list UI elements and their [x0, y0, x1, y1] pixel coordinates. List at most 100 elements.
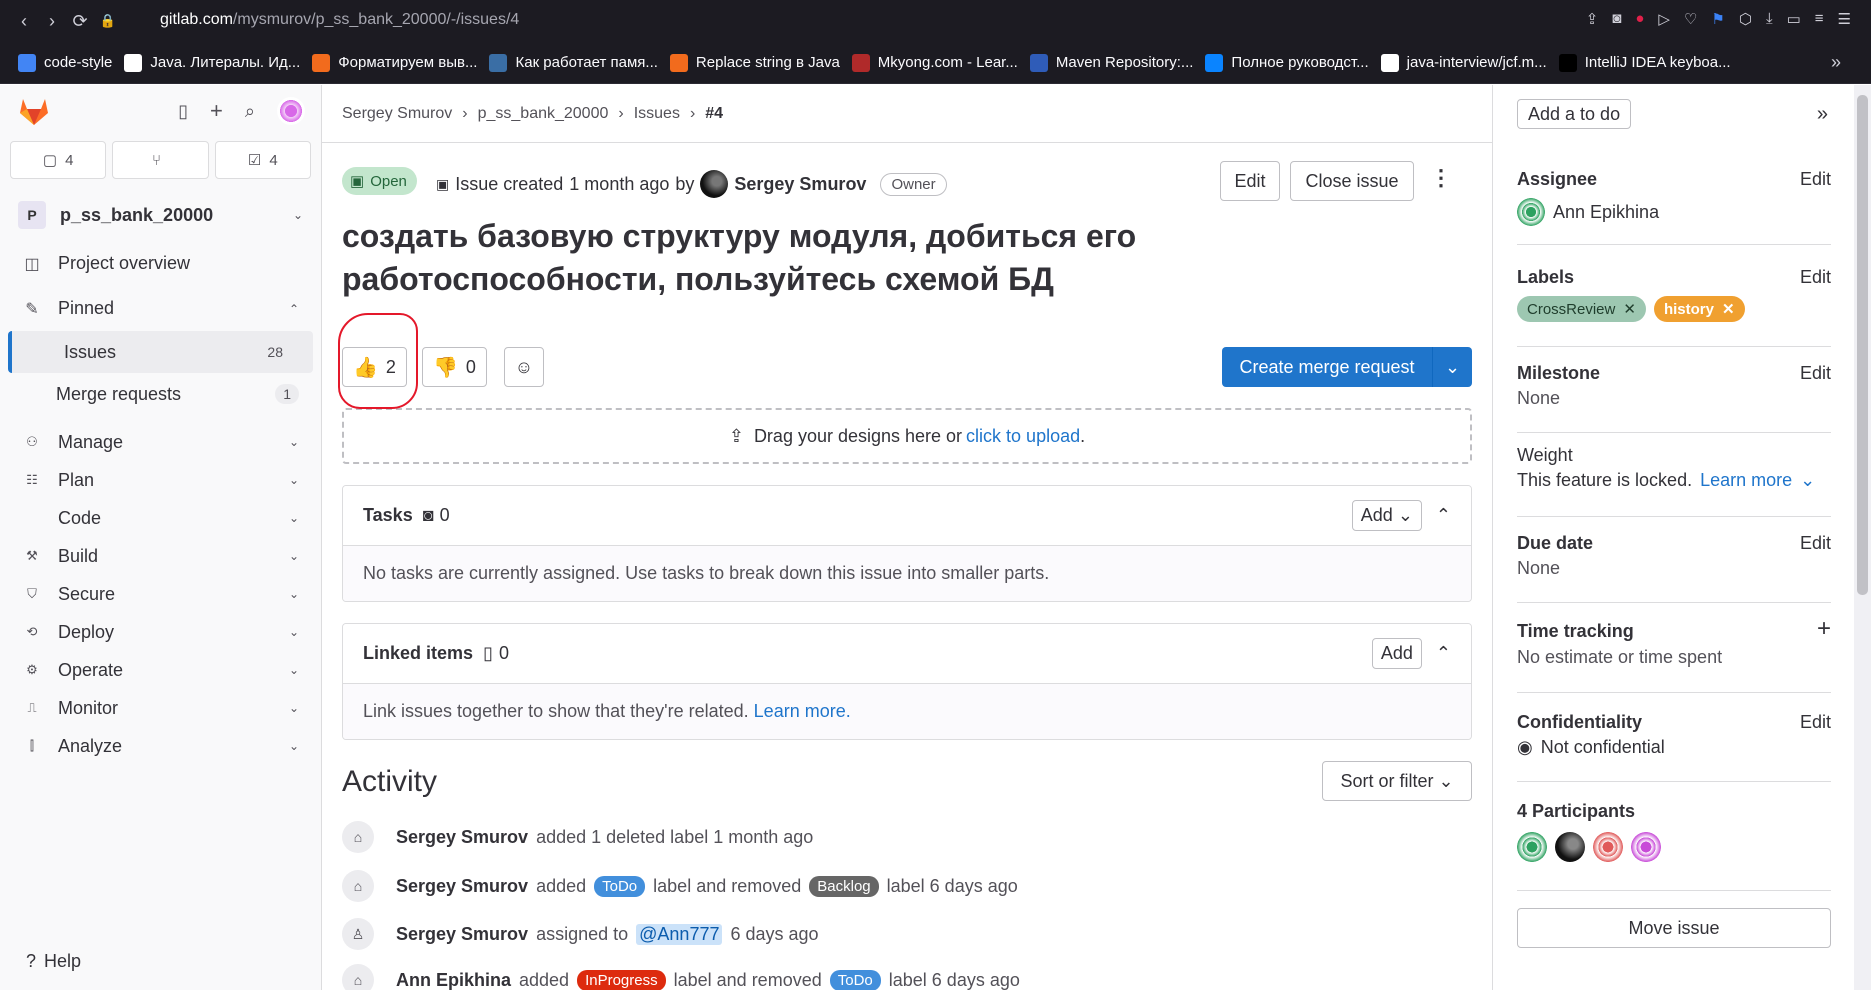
search-icon[interactable]: ⌕ [245, 101, 255, 122]
user-mention[interactable]: @Ann777 [636, 923, 723, 945]
flag-icon[interactable]: ⚑ [1711, 10, 1724, 28]
learn-more-link[interactable]: Learn more. [754, 701, 851, 722]
bookmark-item[interactable]: IntelliJ IDEA keyboa... [1558, 53, 1731, 72]
participant-avatar[interactable] [1593, 832, 1623, 862]
bookmark-item[interactable]: Java. Литералы. Ид... [124, 53, 300, 72]
sidebar-item-issues[interactable]: Issues 28 [8, 331, 313, 373]
merge-request-count-button[interactable]: ⑂ [112, 141, 209, 179]
thumbs-down-button[interactable]: 👎 0 [422, 347, 487, 387]
labels-edit-link[interactable]: Edit [1800, 267, 1831, 288]
activity-user[interactable]: Sergey Smurov [396, 827, 528, 848]
sidebar-toggle-icon[interactable]: ▯ [178, 101, 188, 122]
back-icon[interactable]: ‹ [10, 7, 38, 35]
close-icon[interactable]: ✕ [1722, 300, 1735, 318]
share-icon[interactable]: ⇪ [1586, 10, 1599, 28]
participant-avatar[interactable] [1517, 832, 1547, 862]
sort-filter-button[interactable]: Sort or filter ⌄ [1322, 761, 1472, 801]
assignee-name[interactable]: Ann Epikhina [1553, 202, 1659, 223]
bookmark-item[interactable]: Mkyong.com - Lear... [851, 53, 1018, 72]
chevron-up-icon[interactable]: ⌃ [1436, 505, 1451, 526]
move-issue-button[interactable]: Move issue [1517, 908, 1831, 948]
gitlab-logo-icon[interactable] [16, 93, 52, 129]
camera-icon[interactable]: ◙ [1612, 10, 1621, 28]
bookmark-item[interactable]: Как работает памя... [489, 53, 658, 72]
sidebar-item-project-overview[interactable]: ◫ Project overview [0, 241, 321, 286]
edit-issue-button[interactable]: Edit [1220, 161, 1280, 201]
bookmark-item[interactable]: Maven Repository:... [1029, 53, 1193, 72]
breadcrumb-issues[interactable]: Issues [634, 105, 680, 123]
forward-icon[interactable]: › [38, 7, 66, 35]
breadcrumb-project[interactable]: p_ss_bank_20000 [478, 105, 609, 123]
sidebar-item-monitor[interactable]: ⎍ Monitor ⌄ [0, 689, 321, 727]
more-bookmarks-icon[interactable]: » [1831, 52, 1841, 73]
download-icon[interactable]: ⤓ [1766, 10, 1773, 28]
activity-user[interactable]: Sergey Smurov [396, 876, 528, 897]
sidebar-item-manage[interactable]: ⚇ Manage ⌄ [0, 423, 321, 461]
add-linked-button[interactable]: Add [1371, 638, 1422, 669]
menu-icon[interactable]: ☰ [1838, 10, 1851, 28]
sidebar-item-pinned[interactable]: ✎ Pinned ⌃ [0, 286, 321, 331]
page-scrollbar[interactable] [1854, 85, 1871, 990]
issues-count-button[interactable]: ▢ 4 [10, 141, 107, 179]
author-avatar[interactable] [700, 170, 729, 198]
confidentiality-edit-link[interactable]: Edit [1800, 712, 1831, 733]
label-chip-inprogress[interactable]: InProgress [577, 969, 666, 990]
shield-icon[interactable]: ● [1635, 10, 1644, 28]
assignee-edit-link[interactable]: Edit [1800, 169, 1831, 190]
play-icon[interactable]: ▷ [1658, 10, 1670, 28]
close-icon[interactable]: ✕ [1623, 300, 1636, 318]
participant-avatar[interactable] [1631, 832, 1661, 862]
user-avatar[interactable] [277, 97, 305, 125]
label-history[interactable]: history ✕ [1653, 296, 1745, 322]
bookmark-item[interactable]: Полное руководст... [1205, 53, 1369, 72]
scrollbar-thumb[interactable] [1857, 95, 1868, 595]
todo-count-button[interactable]: ☑ 4 [214, 141, 311, 179]
add-reaction-button[interactable]: ☺ [504, 347, 544, 387]
milestone-edit-link[interactable]: Edit [1800, 363, 1831, 384]
chevron-down-icon[interactable]: ⌄ [1800, 470, 1815, 491]
more-actions-icon[interactable]: ⋮ [1430, 165, 1452, 191]
chevron-down-icon[interactable]: ⌄ [1432, 347, 1472, 387]
label-crossreview[interactable]: CrossReview ✕ [1517, 296, 1646, 322]
bookmark-item[interactable]: Replace string в Java [669, 53, 840, 72]
cube-icon[interactable]: ⬡ [1739, 10, 1752, 28]
sidebar-item-deploy[interactable]: ⟲ Deploy ⌄ [0, 613, 321, 651]
sidebar-item-code[interactable]: Code ⌄ [0, 499, 321, 537]
design-upload-dropzone[interactable]: ⇪ Drag your designs here or click to upl… [342, 408, 1472, 464]
settings-icon[interactable]: ≡ [1815, 10, 1824, 28]
battery-icon[interactable]: ▭ [1787, 10, 1801, 28]
add-task-button[interactable]: Add ⌄ [1351, 500, 1422, 531]
due-date-edit-link[interactable]: Edit [1800, 533, 1831, 554]
label-chip-todo[interactable]: ToDo [594, 875, 646, 897]
bookmark-item[interactable]: code-style [18, 53, 112, 72]
project-switcher[interactable]: P p_ss_bank_20000 ⌄ [0, 189, 321, 241]
address-bar[interactable]: gitlab.com/mysmurov/p_ss_bank_20000/-/is… [160, 11, 519, 29]
sidebar-item-build[interactable]: ⚒ Build ⌄ [0, 537, 321, 575]
click-to-upload-link[interactable]: click to upload [966, 426, 1080, 447]
add-todo-button[interactable]: Add a to do [1517, 99, 1632, 129]
sidebar-item-operate[interactable]: ⚙ Operate ⌄ [0, 651, 321, 689]
label-chip-todo[interactable]: ToDo [829, 969, 881, 990]
close-issue-button[interactable]: Close issue [1290, 161, 1414, 201]
activity-user[interactable]: Sergey Smurov [396, 924, 528, 945]
plus-icon[interactable]: + [210, 98, 223, 124]
sidebar-item-secure[interactable]: ⛉ Secure ⌄ [0, 575, 321, 613]
author-name[interactable]: Sergey Smurov [734, 174, 866, 195]
bookmark-item[interactable]: java-interview/jcf.m... [1380, 53, 1547, 72]
reload-icon[interactable]: ⟳ [66, 7, 94, 35]
sidebar-item-analyze[interactable]: ⫿ Analyze ⌄ [0, 727, 321, 765]
create-merge-request-button[interactable]: Create merge request ⌄ [1222, 347, 1472, 387]
activity-user[interactable]: Ann Epikhina [396, 970, 511, 990]
heart-icon[interactable]: ♡ [1684, 10, 1697, 28]
plus-icon[interactable]: + [1817, 615, 1831, 643]
participant-avatar[interactable] [1555, 832, 1585, 862]
label-chip-backlog[interactable]: Backlog [809, 875, 879, 897]
weight-learn-more-link[interactable]: Learn more [1700, 470, 1792, 491]
breadcrumb-current[interactable]: #4 [705, 105, 723, 123]
collapse-sidebar-icon[interactable]: » [1817, 103, 1828, 126]
chevron-up-icon[interactable]: ⌃ [1436, 643, 1451, 664]
sidebar-item-plan[interactable]: ☷ Plan ⌄ [0, 461, 321, 499]
bookmark-item[interactable]: Форматируем выв... [312, 53, 477, 72]
help-button[interactable]: ? Help [26, 951, 81, 972]
breadcrumb-user[interactable]: Sergey Smurov [342, 105, 452, 123]
